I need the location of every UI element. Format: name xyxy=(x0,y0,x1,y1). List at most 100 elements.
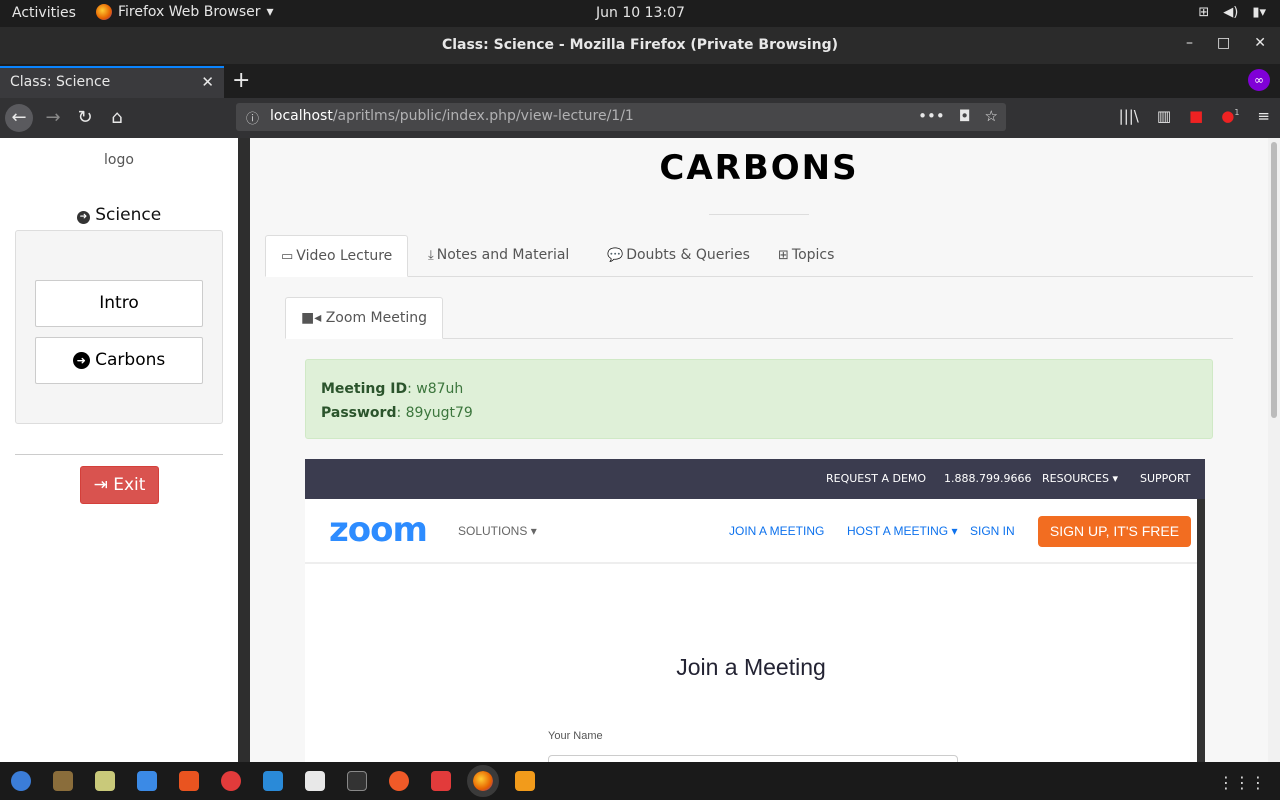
thunderbird-icon[interactable] xyxy=(11,771,31,791)
vscode-icon[interactable] xyxy=(263,771,283,791)
tab-topics[interactable]: ⊞ Topics xyxy=(778,235,834,277)
sidebar-toggle-icon[interactable]: ▥ xyxy=(1157,107,1171,125)
zoom-logo[interactable]: zoom xyxy=(329,510,428,550)
network-icon: ⊞ xyxy=(1198,5,1210,20)
lecture-content: CARBONS ▭ Video Lecture ⤓ Notes and Materi… xyxy=(250,138,1268,762)
system-tray[interactable]: ⊞ ◀) ▮▾ xyxy=(1198,5,1266,20)
tab-close-icon[interactable]: ✕ xyxy=(201,73,214,91)
sublime-text-icon[interactable] xyxy=(515,771,535,791)
zoom-support-link[interactable]: SUPPORT xyxy=(1140,472,1191,485)
minimize-icon[interactable]: – xyxy=(1186,35,1193,51)
url-bar[interactable]: ⓘ localhost/apritlms/public/index.php/vi… xyxy=(236,103,1006,131)
zoom-signup-button[interactable]: SIGN UP, IT'S FREE xyxy=(1038,516,1191,547)
lesson-panel: Intro ➜ Carbons xyxy=(15,230,223,424)
course-sidebar: logo ➜ Science Intro ➜ Carbons ⇥ Exit xyxy=(0,138,238,762)
activities-button[interactable]: Activities xyxy=(12,5,76,21)
pocket-icon[interactable]: ◘ xyxy=(959,107,971,125)
course-title-label: Science xyxy=(95,205,162,225)
zoom-sign-in-link[interactable]: SIGN IN xyxy=(970,524,1015,538)
zoom-join-meeting-link[interactable]: JOIN A MEETING xyxy=(729,524,824,538)
help-icon[interactable] xyxy=(221,771,241,791)
subtab-label: Zoom Meeting xyxy=(325,310,427,326)
back-icon[interactable]: ← xyxy=(5,104,33,132)
logo: logo xyxy=(104,152,134,168)
firefox-dock-icon[interactable] xyxy=(467,765,499,797)
settings-app-icon[interactable] xyxy=(95,771,115,791)
terminal-icon[interactable] xyxy=(347,771,367,791)
app-menu[interactable]: Firefox Web Browser ▾ xyxy=(96,4,274,20)
lecture-tabs: ▭ Video Lecture ⤓ Notes and Material 💬 Doub… xyxy=(265,235,1253,277)
amazon-icon[interactable] xyxy=(305,771,325,791)
zoom-embed[interactable]: REQUEST A DEMO 1.888.799.9666 RESOURCES … xyxy=(305,459,1205,762)
sidebar-divider xyxy=(15,454,223,455)
zoom-resources-link[interactable]: RESOURCES ▾ xyxy=(1042,472,1118,485)
window-titlebar: Class: Science - Mozilla Firefox (Privat… xyxy=(0,27,1280,64)
tab-title: Class: Science xyxy=(10,74,111,90)
clock[interactable]: Jun 10 13:07 xyxy=(596,5,685,21)
lesson-label: Carbons xyxy=(95,350,166,370)
download-icon: ⤓ xyxy=(428,248,434,263)
tab-zoom-meeting[interactable]: ■◂ Zoom Meeting xyxy=(285,297,443,339)
library-icon[interactable]: |||\ xyxy=(1119,107,1139,125)
site-info-icon[interactable]: ⓘ xyxy=(246,108,259,127)
comments-icon: 💬 xyxy=(607,248,624,263)
reload-icon[interactable]: ↻ xyxy=(71,104,99,132)
postman-icon[interactable] xyxy=(389,771,409,791)
exit-label: Exit xyxy=(113,475,146,495)
meeting-password-row: Password: 89yugt79 xyxy=(321,401,1197,425)
zoom-host-meeting-menu[interactable]: HOST A MEETING ▾ xyxy=(847,524,958,538)
url-text: localhost/apritlms/public/index.php/view… xyxy=(270,108,634,124)
text-document-icon[interactable] xyxy=(137,771,157,791)
circle-arrow-right-icon: ➜ xyxy=(76,211,90,224)
zoom-solutions-menu[interactable]: SOLUTIONS ▾ xyxy=(458,524,537,538)
tab-doubts-queries[interactable]: 💬 Doubts & Queries xyxy=(607,235,750,277)
software-center-icon[interactable] xyxy=(179,771,199,791)
meeting-id-value: : w87uh xyxy=(407,381,464,397)
notification-extension-icon[interactable]: ●1 xyxy=(1221,107,1239,125)
meeting-info-alert: Meeting ID: w87uh Password: 89yugt79 xyxy=(305,359,1213,439)
bookmark-star-icon[interactable]: ☆ xyxy=(985,107,998,125)
zoom-name-input[interactable] xyxy=(548,755,958,762)
anydesk-icon[interactable] xyxy=(431,771,451,791)
maximize-icon[interactable]: □ xyxy=(1217,35,1230,51)
scrollbar-thumb[interactable] xyxy=(1271,142,1277,418)
menu-icon[interactable]: ≡ xyxy=(1257,107,1270,125)
ubuntu-dock: ⋮⋮⋮ xyxy=(0,762,1280,800)
layout-divider xyxy=(238,138,250,762)
tab-label: Video Lecture xyxy=(296,248,393,264)
tab-video-lecture[interactable]: ▭ Video Lecture xyxy=(265,235,409,277)
page-actions-icon[interactable]: ••• xyxy=(918,107,945,125)
extension-icon[interactable]: ■ xyxy=(1189,107,1203,125)
close-icon[interactable]: ✕ xyxy=(1254,35,1266,51)
title-divider xyxy=(709,214,809,215)
zoom-phone[interactable]: 1.888.799.9666 xyxy=(944,472,1031,485)
circle-arrow-right-icon: ➜ xyxy=(72,352,90,369)
chevron-down-icon: ▾ xyxy=(1112,472,1119,485)
lesson-carbons-button[interactable]: ➜ Carbons xyxy=(35,337,203,384)
forward-icon[interactable]: → xyxy=(39,104,67,132)
page-scrollbar[interactable] xyxy=(1268,138,1280,762)
new-tab-icon[interactable]: + xyxy=(232,68,250,93)
browser-tab[interactable]: Class: Science ✕ xyxy=(0,66,224,98)
tab-notes-material[interactable]: ⤓ Notes and Material xyxy=(428,235,569,277)
zoom-request-demo-link[interactable]: REQUEST A DEMO xyxy=(826,472,926,485)
zoom-solutions-label: SOLUTIONS xyxy=(458,524,528,538)
private-browsing-icon: ∞ xyxy=(1248,69,1270,91)
home-icon[interactable]: ⌂ xyxy=(103,104,131,132)
browser-tab-strip: Class: Science ✕ + ∞ xyxy=(0,64,1280,98)
chevron-down-icon: ▾ xyxy=(530,524,537,538)
lesson-label: Intro xyxy=(99,293,139,313)
firefox-icon xyxy=(96,4,112,20)
show-applications-icon[interactable]: ⋮⋮⋮ xyxy=(1218,773,1266,792)
video-subtabs: ■◂ Zoom Meeting xyxy=(285,297,1233,339)
exit-button[interactable]: ⇥ Exit xyxy=(80,466,159,504)
tab-label: Notes and Material xyxy=(436,247,570,263)
lesson-intro-button[interactable]: Intro xyxy=(35,280,203,327)
page-viewport: logo ➜ Science Intro ➜ Carbons ⇥ Exit CA… xyxy=(0,138,1280,762)
battery-icon: ▮▾ xyxy=(1252,5,1266,20)
zoom-top-bar: REQUEST A DEMO 1.888.799.9666 RESOURCES … xyxy=(305,459,1205,499)
zoom-nav: zoom SOLUTIONS ▾ JOIN A MEETING HOST A M… xyxy=(305,499,1197,564)
archive-manager-icon[interactable] xyxy=(53,771,73,791)
zoom-name-label: Your Name xyxy=(548,730,603,742)
meeting-password-value: : 89yugt79 xyxy=(396,405,473,421)
